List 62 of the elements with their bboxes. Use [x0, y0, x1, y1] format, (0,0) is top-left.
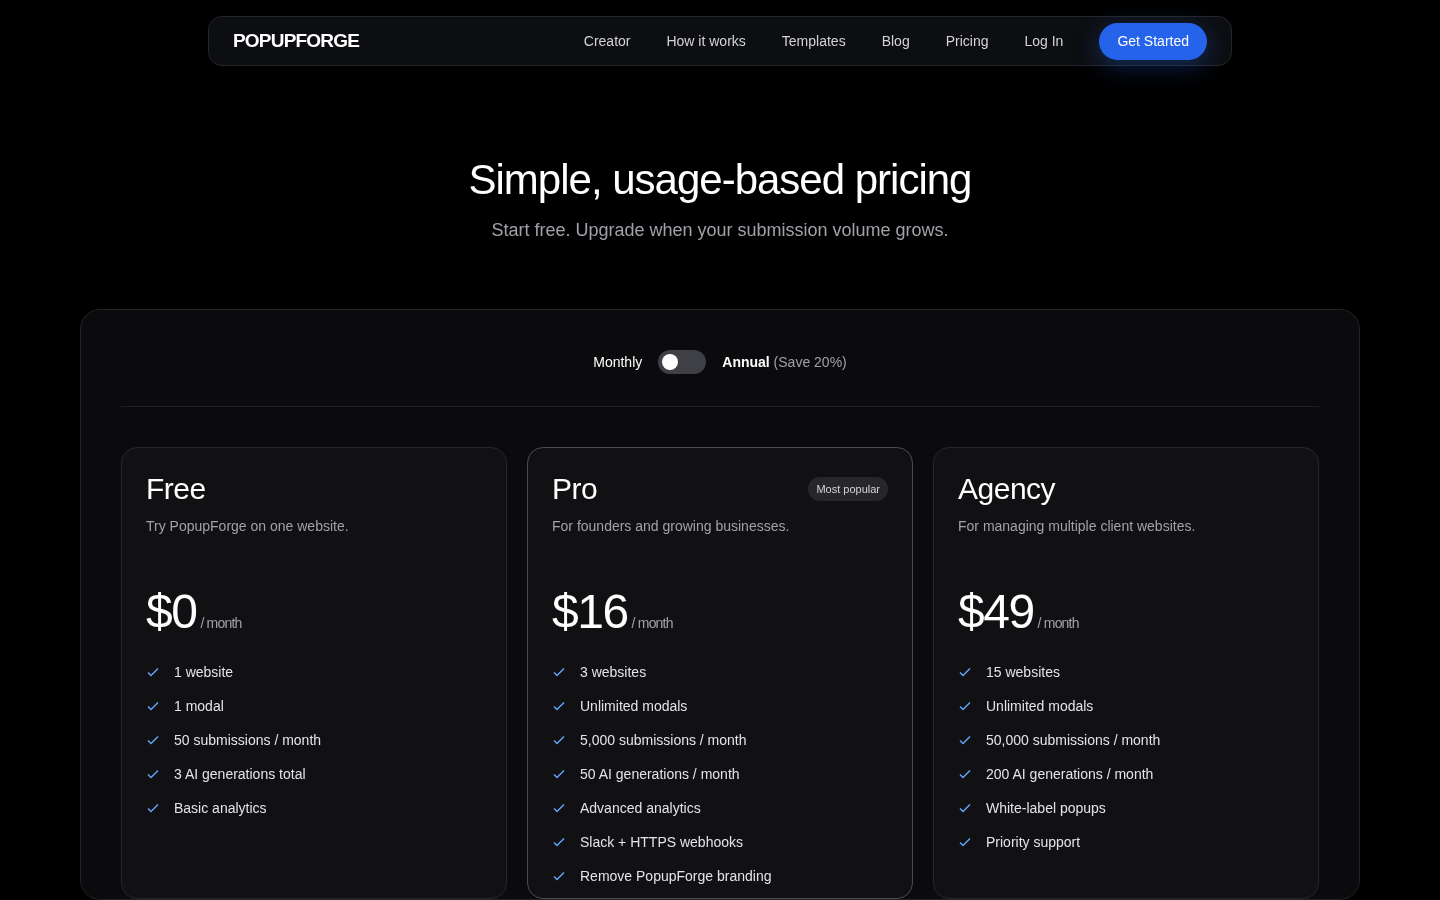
nav-link[interactable]: Templates [781, 33, 846, 49]
check-icon [958, 767, 972, 781]
feature-text: Basic analytics [174, 800, 267, 816]
monthly-label: Monthly [593, 354, 643, 370]
nav-link[interactable]: Creator [583, 33, 631, 49]
feature-text: Remove PopupForge branding [580, 868, 772, 884]
feature-text: 50 AI generations / month [580, 766, 740, 782]
check-icon [552, 801, 566, 815]
feature-text: 3 websites [580, 664, 647, 680]
price-period: / month [200, 615, 242, 631]
billing-toggle[interactable] [658, 350, 707, 374]
nav-link[interactable]: Log In [1024, 33, 1064, 49]
feature-text: 5,000 submissions / month [580, 732, 747, 748]
check-icon [552, 869, 566, 883]
popular-badge: Most popular [808, 477, 888, 501]
feature-text: White-label popups [986, 800, 1106, 816]
feature-text: 3 AI generations total [174, 766, 306, 782]
plan-description: For managing multiple client websites. [958, 518, 1197, 534]
page-title: Simple, usage-based pricing [468, 156, 972, 204]
check-icon [146, 801, 160, 815]
feature-text: 1 modal [174, 698, 224, 714]
feature-text: Priority support [986, 834, 1081, 850]
check-icon [552, 665, 566, 679]
feature-text: 1 website [174, 664, 234, 680]
feature-text: Slack + HTTPS webhooks [580, 834, 743, 850]
plan-name: Free [146, 472, 206, 506]
feature-text: Advanced analytics [580, 800, 701, 816]
get-started-button[interactable]: Get Started [1099, 22, 1207, 60]
plan-price: $49 [958, 584, 1034, 639]
check-icon [146, 767, 160, 781]
nav-link[interactable]: How it works [666, 33, 746, 49]
check-icon [958, 733, 972, 747]
price-period: / month [1037, 615, 1079, 631]
plan-name: Agency [958, 472, 1056, 506]
check-icon [958, 665, 972, 679]
feature-text: 50 submissions / month [174, 732, 322, 748]
plan-name: Pro [552, 472, 598, 506]
feature-text: Unlimited modals [986, 698, 1094, 714]
nav-link[interactable]: Blog [881, 33, 910, 49]
feature-text: Unlimited modals [580, 698, 688, 714]
check-icon [958, 801, 972, 815]
feature-text: 200 AI generations / month [986, 766, 1154, 782]
page-subtitle: Start free. Upgrade when your submission volume grows. [491, 220, 949, 241]
plan-price: $16 [552, 584, 628, 639]
nav-link[interactable]: Pricing [945, 33, 989, 49]
check-icon [552, 835, 566, 849]
check-icon [958, 835, 972, 849]
feature-text: 50,000 submissions / month [986, 732, 1161, 748]
check-icon [146, 733, 160, 747]
check-icon [552, 699, 566, 713]
check-icon [958, 699, 972, 713]
check-icon [146, 699, 160, 713]
plan-description: Try PopupForge on one website. [146, 518, 350, 534]
plan-price: $0 [146, 584, 197, 639]
price-period: / month [631, 615, 673, 631]
check-icon [552, 733, 566, 747]
annual-label: Annual (Save 20%) [722, 354, 847, 370]
plan-description: For founders and growing businesses. [552, 518, 791, 534]
logo[interactable]: POPUPFORGE [233, 30, 360, 52]
feature-text: 15 websites [986, 664, 1060, 680]
check-icon [552, 767, 566, 781]
check-icon [146, 665, 160, 679]
